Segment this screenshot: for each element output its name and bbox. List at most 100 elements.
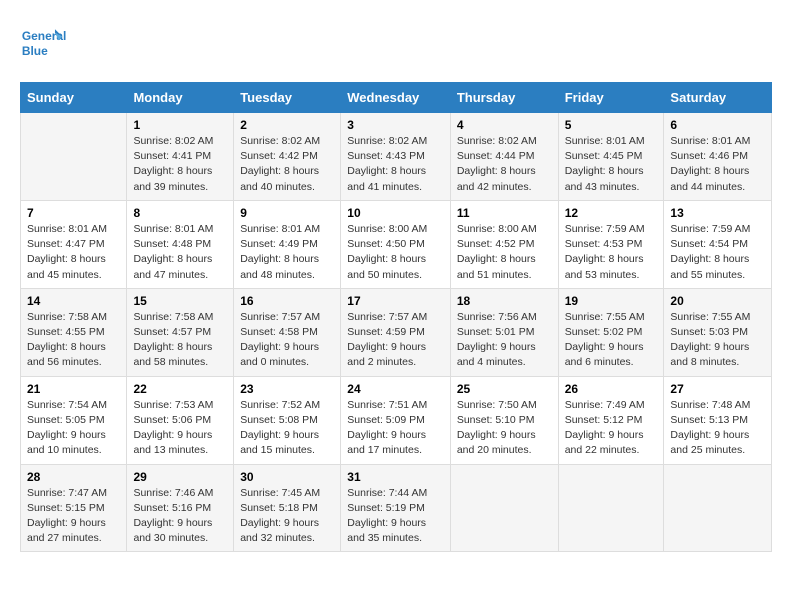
calendar-week-row: 7Sunrise: 8:01 AMSunset: 4:47 PMDaylight…: [21, 200, 772, 288]
logo: General Blue: [20, 20, 66, 66]
calendar-day-cell: 23 Sunrise: 7:52 AMSunset: 5:08 PMDayligh…: [234, 376, 341, 464]
calendar-day-cell: 17 Sunrise: 7:57 AMSunset: 4:59 PMDayligh…: [341, 288, 451, 376]
day-info: Sunrise: 7:49 AMSunset: 5:12 PMDaylight:…: [565, 398, 658, 459]
weekday-header-cell: Sunday: [21, 83, 127, 113]
day-info: Sunrise: 7:52 AMSunset: 5:08 PMDaylight:…: [240, 398, 334, 459]
day-number: 10: [347, 206, 444, 220]
day-number: 26: [565, 382, 658, 396]
calendar-day-cell: 10 Sunrise: 8:00 AMSunset: 4:50 PMDayligh…: [341, 200, 451, 288]
calendar-table: SundayMondayTuesdayWednesdayThursdayFrid…: [20, 82, 772, 552]
calendar-day-cell: 29 Sunrise: 7:46 AMSunset: 5:16 PMDayligh…: [127, 464, 234, 552]
day-number: 6: [670, 118, 765, 132]
day-info: Sunrise: 7:55 AMSunset: 5:02 PMDaylight:…: [565, 310, 658, 371]
day-info: Sunrise: 7:54 AMSunset: 5:05 PMDaylight:…: [27, 398, 120, 459]
day-number: 3: [347, 118, 444, 132]
calendar-day-cell: 14 Sunrise: 7:58 AMSunset: 4:55 PMDayligh…: [21, 288, 127, 376]
calendar-day-cell: 30 Sunrise: 7:45 AMSunset: 5:18 PMDayligh…: [234, 464, 341, 552]
calendar-day-cell: 19 Sunrise: 7:55 AMSunset: 5:02 PMDayligh…: [558, 288, 664, 376]
weekday-header-row: SundayMondayTuesdayWednesdayThursdayFrid…: [21, 83, 772, 113]
day-number: 16: [240, 294, 334, 308]
day-number: 15: [133, 294, 227, 308]
day-info: Sunrise: 8:00 AMSunset: 4:50 PMDaylight:…: [347, 222, 444, 283]
calendar-day-cell: 6 Sunrise: 8:01 AMSunset: 4:46 PMDaylight…: [664, 113, 772, 201]
day-info: Sunrise: 7:46 AMSunset: 5:16 PMDaylight:…: [133, 486, 227, 547]
calendar-day-cell: [450, 464, 558, 552]
day-info: Sunrise: 7:58 AMSunset: 4:55 PMDaylight:…: [27, 310, 120, 371]
day-info: Sunrise: 8:02 AMSunset: 4:43 PMDaylight:…: [347, 134, 444, 195]
day-number: 28: [27, 470, 120, 484]
day-number: 31: [347, 470, 444, 484]
day-number: 5: [565, 118, 658, 132]
calendar-day-cell: 11 Sunrise: 8:00 AMSunset: 4:52 PMDayligh…: [450, 200, 558, 288]
calendar-day-cell: [21, 113, 127, 201]
calendar-day-cell: 24 Sunrise: 7:51 AMSunset: 5:09 PMDayligh…: [341, 376, 451, 464]
weekday-header-cell: Friday: [558, 83, 664, 113]
calendar-day-cell: 12 Sunrise: 7:59 AMSunset: 4:53 PMDayligh…: [558, 200, 664, 288]
day-info: Sunrise: 7:50 AMSunset: 5:10 PMDaylight:…: [457, 398, 552, 459]
calendar-week-row: 28 Sunrise: 7:47 AMSunset: 5:15 PMDayligh…: [21, 464, 772, 552]
day-info: Sunrise: 8:02 AMSunset: 4:41 PMDaylight:…: [133, 134, 227, 195]
svg-text:Blue: Blue: [22, 44, 48, 58]
day-info: Sunrise: 7:45 AMSunset: 5:18 PMDaylight:…: [240, 486, 334, 547]
day-info: Sunrise: 8:01 AMSunset: 4:47 PMDaylight:…: [27, 222, 120, 283]
day-number: 17: [347, 294, 444, 308]
day-info: Sunrise: 7:55 AMSunset: 5:03 PMDaylight:…: [670, 310, 765, 371]
calendar-day-cell: 16Sunrise: 7:57 AMSunset: 4:58 PMDayligh…: [234, 288, 341, 376]
calendar-week-row: 1Sunrise: 8:02 AMSunset: 4:41 PMDaylight…: [21, 113, 772, 201]
day-number: 27: [670, 382, 765, 396]
day-info: Sunrise: 8:01 AMSunset: 4:45 PMDaylight:…: [565, 134, 658, 195]
day-info: Sunrise: 7:44 AMSunset: 5:19 PMDaylight:…: [347, 486, 444, 547]
day-info: Sunrise: 7:59 AMSunset: 4:53 PMDaylight:…: [565, 222, 658, 283]
weekday-header-cell: Wednesday: [341, 83, 451, 113]
calendar-day-cell: 3 Sunrise: 8:02 AMSunset: 4:43 PMDaylight…: [341, 113, 451, 201]
day-info: Sunrise: 8:01 AMSunset: 4:48 PMDaylight:…: [133, 222, 227, 283]
day-number: 25: [457, 382, 552, 396]
day-number: 14: [27, 294, 120, 308]
calendar-day-cell: 28 Sunrise: 7:47 AMSunset: 5:15 PMDayligh…: [21, 464, 127, 552]
day-info: Sunrise: 7:53 AMSunset: 5:06 PMDaylight:…: [133, 398, 227, 459]
day-info: Sunrise: 7:58 AMSunset: 4:57 PMDaylight:…: [133, 310, 227, 371]
day-info: Sunrise: 8:02 AMSunset: 4:42 PMDaylight:…: [240, 134, 334, 195]
day-info: Sunrise: 7:48 AMSunset: 5:13 PMDaylight:…: [670, 398, 765, 459]
day-info: Sunrise: 8:00 AMSunset: 4:52 PMDaylight:…: [457, 222, 552, 283]
day-info: Sunrise: 7:51 AMSunset: 5:09 PMDaylight:…: [347, 398, 444, 459]
day-number: 12: [565, 206, 658, 220]
day-number: 11: [457, 206, 552, 220]
calendar-day-cell: [664, 464, 772, 552]
day-number: 21: [27, 382, 120, 396]
day-info: Sunrise: 7:57 AMSunset: 4:59 PMDaylight:…: [347, 310, 444, 371]
day-number: 29: [133, 470, 227, 484]
weekday-header-cell: Tuesday: [234, 83, 341, 113]
day-number: 24: [347, 382, 444, 396]
calendar-body: 1Sunrise: 8:02 AMSunset: 4:41 PMDaylight…: [21, 113, 772, 552]
calendar-day-cell: 2Sunrise: 8:02 AMSunset: 4:42 PMDaylight…: [234, 113, 341, 201]
day-number: 30: [240, 470, 334, 484]
calendar-day-cell: 20 Sunrise: 7:55 AMSunset: 5:03 PMDayligh…: [664, 288, 772, 376]
day-info: Sunrise: 7:59 AMSunset: 4:54 PMDaylight:…: [670, 222, 765, 283]
calendar-day-cell: 5 Sunrise: 8:01 AMSunset: 4:45 PMDaylight…: [558, 113, 664, 201]
logo-icon: General Blue: [20, 20, 66, 66]
day-number: 19: [565, 294, 658, 308]
calendar-day-cell: 18Sunrise: 7:56 AMSunset: 5:01 PMDayligh…: [450, 288, 558, 376]
day-info: Sunrise: 8:01 AMSunset: 4:46 PMDaylight:…: [670, 134, 765, 195]
calendar-day-cell: 9 Sunrise: 8:01 AMSunset: 4:49 PMDaylight…: [234, 200, 341, 288]
day-number: 9: [240, 206, 334, 220]
calendar-day-cell: 21 Sunrise: 7:54 AMSunset: 5:05 PMDayligh…: [21, 376, 127, 464]
calendar-day-cell: 31 Sunrise: 7:44 AMSunset: 5:19 PMDayligh…: [341, 464, 451, 552]
calendar-day-cell: 1Sunrise: 8:02 AMSunset: 4:41 PMDaylight…: [127, 113, 234, 201]
weekday-header-cell: Saturday: [664, 83, 772, 113]
weekday-header-cell: Thursday: [450, 83, 558, 113]
page-header: General Blue: [20, 20, 772, 66]
day-info: Sunrise: 7:47 AMSunset: 5:15 PMDaylight:…: [27, 486, 120, 547]
day-info: Sunrise: 7:56 AMSunset: 5:01 PMDaylight:…: [457, 310, 552, 371]
day-number: 20: [670, 294, 765, 308]
calendar-day-cell: 26 Sunrise: 7:49 AMSunset: 5:12 PMDayligh…: [558, 376, 664, 464]
day-number: 22: [133, 382, 227, 396]
day-number: 23: [240, 382, 334, 396]
day-info: Sunrise: 8:01 AMSunset: 4:49 PMDaylight:…: [240, 222, 334, 283]
calendar-day-cell: 15 Sunrise: 7:58 AMSunset: 4:57 PMDayligh…: [127, 288, 234, 376]
calendar-day-cell: 22 Sunrise: 7:53 AMSunset: 5:06 PMDayligh…: [127, 376, 234, 464]
calendar-day-cell: 27 Sunrise: 7:48 AMSunset: 5:13 PMDayligh…: [664, 376, 772, 464]
calendar-day-cell: 7Sunrise: 8:01 AMSunset: 4:47 PMDaylight…: [21, 200, 127, 288]
calendar-day-cell: 4Sunrise: 8:02 AMSunset: 4:44 PMDaylight…: [450, 113, 558, 201]
